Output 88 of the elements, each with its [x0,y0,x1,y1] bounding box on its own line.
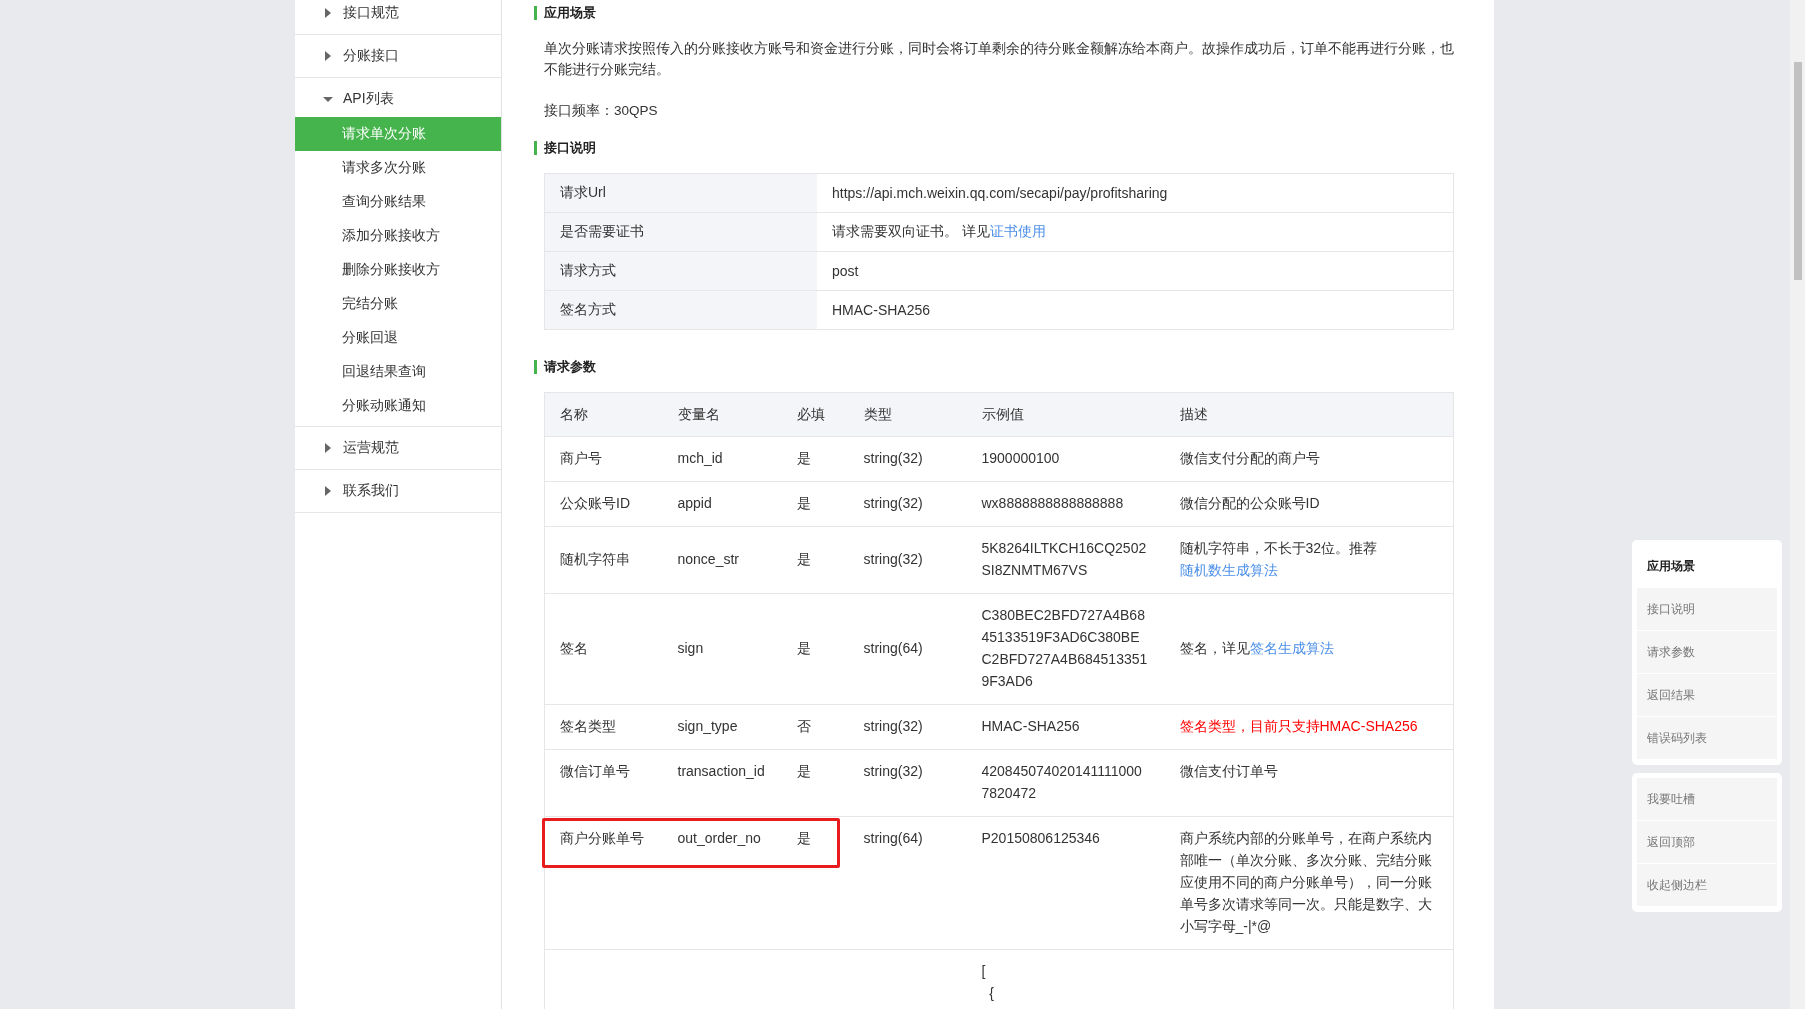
table-cell: 微信支付订单号 [1164,749,1454,817]
sidebar-item[interactable]: 回退结果查询 [295,355,501,389]
toc-item[interactable]: 错误码列表 [1637,717,1777,760]
column-header: 必填 [781,392,849,437]
section-heading: 接口说明 [534,141,1456,155]
sidebar-item[interactable]: 删除分账接收方 [295,253,501,287]
column-header: 描述 [1164,392,1454,437]
table-cell: 是 [781,593,849,705]
column-header: 变量名 [662,392,782,437]
table-cell: string(32) [848,481,967,527]
table-cell: string(32) [848,749,967,817]
column-header: 类型 [848,392,967,437]
table-cell: 签名 [544,593,663,705]
sidebar-item[interactable]: 分账动账通知 [295,389,501,423]
toc-item[interactable]: 接口说明 [1637,588,1777,631]
table-cell: 是 [781,816,849,950]
table-cell: 公众账号ID [544,481,663,527]
table-cell: 是 [781,436,849,482]
toc-item[interactable]: 返回结果 [1637,674,1777,717]
caret-right-icon [323,443,333,453]
scrollbar[interactable] [1790,0,1805,1009]
table-cell: P20150806125346 [966,816,1165,950]
table-cell: nonce_str [662,526,782,594]
table-cell: transaction_id [662,749,782,817]
table-cell: HMAC-SHA256 [817,290,1454,330]
table-cell: string(32) [848,526,967,594]
table-cell: 商户系统内部的分账单号，在商户系统内部唯一（单次分账、多次分账、完结分账应使用不同的商户分账单号），同一分账单号多次请求等同一次。只能是数字、大小写字母_-|*@ [1164,816,1454,950]
table-cell: 签名类型，目前只支持HMAC-SHA256 [1164,704,1454,750]
caret-right-icon [323,486,333,496]
sidebar-group[interactable]: 分账接口 [295,38,501,74]
table-cell: 微信订单号 [544,749,663,817]
table-cell: HMAC-SHA256 [966,704,1165,750]
table-cell: 是否需要证书 [544,212,817,252]
sidebar-group[interactable]: 接口规范 [295,0,501,31]
table-cell: 微信分配的公众账号ID [1164,481,1454,527]
toc-item[interactable]: 请求参数 [1637,631,1777,674]
paragraph: 接口频率：30QPS [544,102,659,120]
caret-down-icon [323,94,333,104]
table-cell: https://api.mch.weixin.qq.com/secapi/pay/profitsharing [817,173,1454,213]
table-cell: 是 [781,526,849,594]
sidebar-group[interactable]: 联系我们 [295,473,501,509]
table-cell: 随机字符串，不长于32位。推荐 随机数生成算法 [1164,526,1454,594]
table-cell: appid [662,481,782,527]
paragraph: 单次分账请求按照传入的分账接收方账号和资金进行分账，同时会将订单剩余的待分账金额解冻给本商户。故操作成功后，订单不能再进行分账，也不能进行分账完结。 [544,40,1455,79]
table-cell: 签名方式 [544,290,817,330]
table-cell: 是 [781,749,849,817]
table-cell: 请求方式 [544,251,817,291]
table-cell: 1900000100 [966,436,1165,482]
table-cell: 商户分账单号 [544,816,663,950]
section-heading: 请求参数 [534,360,1456,374]
action-item[interactable]: 返回顶部 [1637,821,1777,864]
action-item[interactable]: 收起侧边栏 [1637,864,1777,907]
sidebar-group[interactable]: API列表 [295,81,501,117]
table-cell: string(64) [848,816,967,950]
sidebar-item[interactable]: 添加分账接收方 [295,219,501,253]
caret-right-icon [323,8,333,18]
table-cell: C380BEC2BFD727A4B6845133519F3AD6C380BEC2BFD727A4B6845133519F3AD6 [966,593,1165,705]
table-cell: string(32) [848,436,967,482]
sidebar-item[interactable]: 分账回退 [295,321,501,355]
table-cell: [ { [966,949,1165,1009]
action-item[interactable]: 我要吐槽 [1637,778,1777,821]
column-header: 示例值 [966,392,1165,437]
table-cell: 是 [781,481,849,527]
table-cell: wx8888888888888888 [966,481,1165,527]
table-cell: sign_type [662,704,782,750]
sidebar-item[interactable]: 查询分账结果 [295,185,501,219]
table-cell: mch_id [662,436,782,482]
table-cell: 微信支付分配的商户号 [1164,436,1454,482]
sidebar-item[interactable]: 完结分账 [295,287,501,321]
section-heading: 应用场景 [534,6,1456,20]
table-cell: sign [662,593,782,705]
table-cell: 否 [781,704,849,750]
table-cell: string(64) [848,593,967,705]
caret-right-icon [323,51,333,61]
table-cell: 请求需要双向证书。 详见证书使用 [817,212,1454,252]
table-cell: 签名，详见签名生成算法 [1164,593,1454,705]
table-cell: post [817,251,1454,291]
table-cell: 签名类型 [544,704,663,750]
column-header: 名称 [544,392,663,437]
table-cell: 5K8264ILTKCH16CQ2502SI8ZNMTM67VS [966,526,1165,594]
sidebar-group[interactable]: 运营规范 [295,430,501,466]
table-cell: 随机字符串 [544,526,663,594]
table-cell: string(32) [848,704,967,750]
table-cell: 4208450740201411110007820472 [966,749,1165,817]
table-cell: 商户号 [544,436,663,482]
table-cell: out_order_no [662,816,782,950]
table-cell: 请求Url [544,173,817,213]
sidebar-item[interactable]: 请求多次分账 [295,151,501,185]
